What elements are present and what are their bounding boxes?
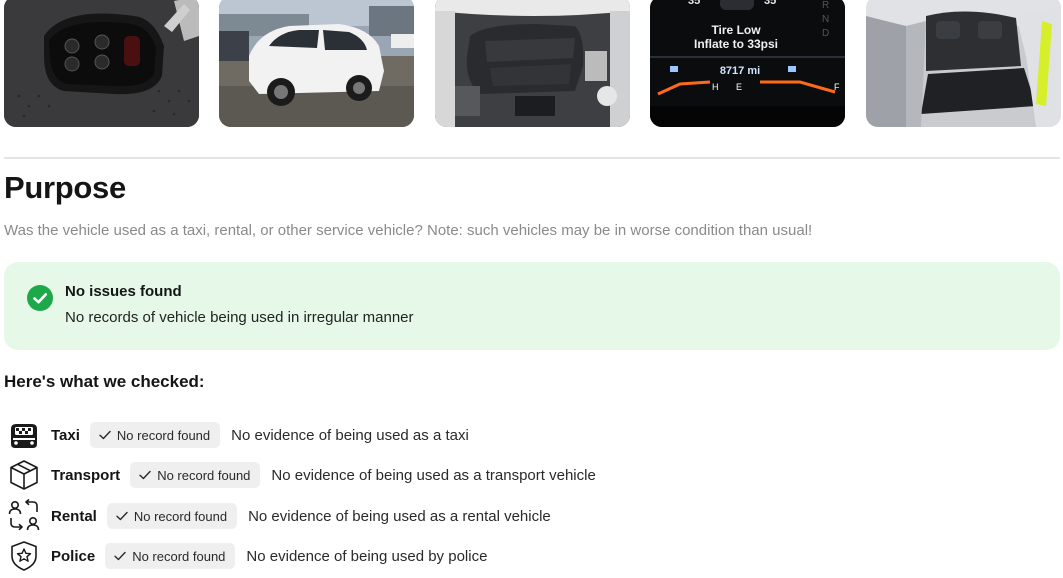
status-chip-police: No record found bbox=[105, 543, 236, 569]
rental-swap-icon bbox=[6, 499, 42, 533]
check-row-rental: Rental No record found No evidence of be… bbox=[6, 499, 551, 533]
cluster-gear-d: D bbox=[822, 28, 829, 39]
check-description-transport: No evidence of being used as a transport… bbox=[271, 466, 596, 484]
photo-gallery: 35 35 R N D Tire Low Inflate to 33psi 87… bbox=[4, 0, 1061, 127]
status-chip-label: No record found bbox=[133, 508, 228, 524]
status-chip-label: No record found bbox=[116, 427, 211, 443]
result-banner: No issues found No records of vehicle be… bbox=[4, 262, 1060, 350]
check-circle-icon bbox=[27, 285, 53, 311]
cluster-warning-line1: Tire Low bbox=[711, 23, 761, 37]
check-description-police: No evidence of being used by police bbox=[246, 547, 488, 565]
gallery-photo-rear-seats[interactable] bbox=[866, 0, 1061, 127]
check-description-taxi: No evidence of being used as a taxi bbox=[231, 426, 469, 444]
cluster-warning-line2: Inflate to 33psi bbox=[694, 37, 778, 51]
cluster-gear-n: N bbox=[822, 14, 829, 25]
gallery-photo-dashboard[interactable]: 35 35 R N D Tire Low Inflate to 33psi 87… bbox=[650, 0, 845, 127]
check-row-taxi: Taxi No record found No evidence of bein… bbox=[6, 418, 469, 452]
checkmark-icon bbox=[99, 430, 111, 440]
cluster-odometer: 8717 mi bbox=[720, 65, 760, 77]
check-label-taxi: Taxi bbox=[51, 426, 80, 444]
checked-heading: Here's what we checked: bbox=[4, 372, 205, 391]
cluster-gauge-e: E bbox=[736, 82, 742, 92]
police-badge-icon bbox=[6, 539, 42, 573]
check-label-police: Police bbox=[51, 547, 96, 565]
status-chip-rental: No record found bbox=[106, 503, 238, 529]
gallery-photo-white-suv[interactable] bbox=[219, 0, 414, 127]
section-divider bbox=[4, 157, 1060, 159]
gallery-photo-engine-bay[interactable] bbox=[435, 0, 630, 127]
result-description: No records of vehicle being used in irre… bbox=[65, 309, 414, 326]
check-row-transport: Transport No record found No evidence of… bbox=[6, 458, 596, 492]
section-subtitle: Was the vehicle used as a taxi, rental, … bbox=[4, 222, 813, 239]
status-chip-label: No record found bbox=[157, 467, 251, 483]
checkmark-icon bbox=[139, 470, 151, 480]
status-chip-label: No record found bbox=[132, 548, 226, 564]
section-title: Purpose bbox=[4, 170, 126, 205]
checkmark-icon bbox=[116, 511, 128, 521]
cluster-gear-r: R bbox=[822, 0, 829, 11]
check-label-transport: Transport bbox=[51, 466, 121, 484]
taxi-icon bbox=[6, 418, 42, 452]
check-row-police: Police No record found No evidence of be… bbox=[6, 539, 487, 573]
check-description-rental: No evidence of being used as a rental ve… bbox=[248, 507, 551, 525]
status-chip-transport: No record found bbox=[130, 462, 261, 488]
cluster-psi-right: 35 bbox=[764, 0, 776, 7]
package-icon bbox=[6, 458, 42, 492]
cluster-gauge-h: H bbox=[712, 82, 719, 92]
status-chip-taxi: No record found bbox=[89, 422, 221, 448]
result-title: No issues found bbox=[65, 283, 182, 300]
check-label-rental: Rental bbox=[51, 507, 97, 525]
checkmark-icon bbox=[114, 551, 126, 561]
cluster-psi-left: 35 bbox=[688, 0, 700, 7]
gallery-photo-key-fob[interactable] bbox=[4, 0, 199, 127]
